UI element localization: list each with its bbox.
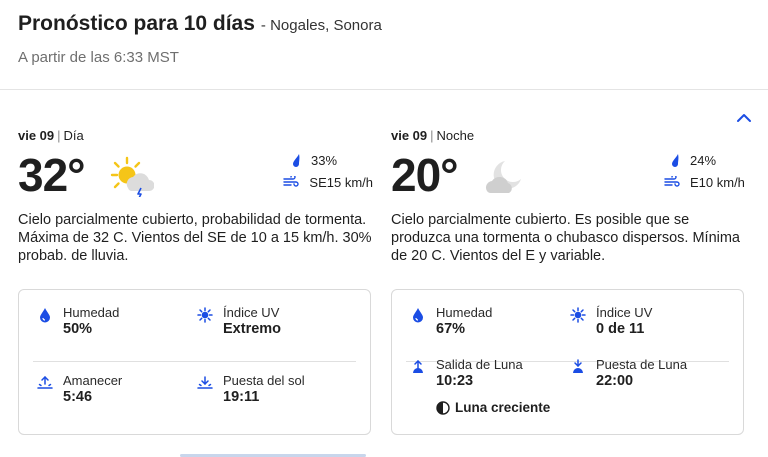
humidity-drop-icon	[40, 308, 50, 323]
card-divider	[33, 361, 356, 362]
night-wind: E10 km/h	[690, 174, 745, 190]
humidity-value: 67%	[436, 321, 466, 337]
night-temperature: 20°	[391, 149, 459, 201]
page-title: Pronóstico para 10 días	[18, 12, 255, 35]
day-date: vie 09	[18, 128, 55, 143]
day-precip-chance: 33%	[311, 152, 338, 168]
day-wind: SE15 km/h	[309, 174, 373, 190]
moonrise-icon	[413, 359, 423, 373]
day-panel: vie 09 | Día 32° 33% SE15 km/h Cielo par…	[18, 128, 373, 435]
raindrop-icon	[293, 154, 300, 167]
night-period: Noche	[436, 128, 475, 143]
moon-phase: Luna creciente	[436, 400, 550, 415]
moon-phase-label: Luna creciente	[455, 400, 551, 415]
night-description: Cielo parcialmente cubierto. Es posible …	[391, 212, 740, 264]
night-details-card: Humedad 67% Índice UV 0 de 11 Salida de …	[391, 289, 744, 435]
uv-label: Índice UV	[223, 305, 280, 320]
night-moonset: Puesta de Luna 22:00	[573, 357, 688, 389]
period-separator: |	[57, 128, 61, 143]
page-header: Pronóstico para 10 días - Nogales, Sonor…	[18, 12, 382, 36]
day-details-card: Humedad 50% Índice UV Extremo Amanecer 5…	[18, 289, 371, 435]
cloudy-moon-icon	[485, 161, 521, 194]
moonset-icon	[573, 359, 583, 373]
wind-icon	[283, 176, 300, 187]
moonrise-label: Salida de Luna	[436, 357, 523, 372]
moonset-label: Puesta de Luna	[596, 357, 688, 372]
location-label[interactable]: - Nogales, Sonora	[261, 17, 382, 34]
sunset-icon	[197, 376, 213, 389]
day-sunset: Puesta del sol 19:11	[197, 373, 305, 405]
night-date: vie 09	[391, 128, 428, 143]
uv-value: Extremo	[223, 321, 282, 337]
sunset-value: 19:11	[223, 389, 260, 405]
uv-sun-icon	[570, 307, 586, 323]
chevron-up-icon[interactable]	[734, 110, 754, 126]
partly-cloudy-sun-storm-icon	[110, 156, 154, 197]
raindrop-icon	[672, 154, 679, 167]
night-panel: vie 09 | Noche 20° 24% E10 km/h Cielo pa…	[391, 128, 746, 435]
humidity-drop-icon	[413, 308, 423, 323]
period-separator: |	[430, 128, 434, 143]
wind-icon	[664, 176, 680, 187]
sunset-label: Puesta del sol	[223, 373, 305, 388]
uv-value: 0 de 11	[596, 321, 645, 337]
humidity-value: 50%	[63, 321, 93, 337]
moonrise-value: 10:23	[436, 373, 474, 389]
humidity-label: Humedad	[63, 305, 120, 320]
sunrise-value: 5:46	[63, 389, 93, 405]
divider	[0, 89, 768, 90]
uv-sun-icon	[197, 307, 213, 323]
humidity-label: Humedad	[436, 305, 493, 320]
day-description: Cielo parcialmente cubierto, probabilida…	[18, 212, 372, 264]
day-humidity: Humedad 50%	[40, 305, 120, 337]
night-uv-index: Índice UV 0 de 11	[570, 305, 653, 337]
sunrise-label: Amanecer	[63, 373, 123, 388]
night-precip-chance: 24%	[690, 152, 717, 168]
updated-time: A partir de las 6:33 MST	[18, 49, 179, 66]
moonset-value: 22:00	[596, 373, 634, 389]
uv-label: Índice UV	[596, 305, 653, 320]
day-period: Día	[63, 128, 84, 143]
night-moonrise: Salida de Luna 10:23	[413, 357, 523, 389]
night-humidity: Humedad 67%	[413, 305, 493, 337]
sunrise-icon	[37, 375, 53, 389]
day-sunrise: Amanecer 5:46	[37, 373, 123, 405]
day-period-label: vie 09 | Día	[18, 128, 373, 143]
moon-phase-icon	[436, 400, 450, 415]
day-temperature: 32°	[18, 149, 86, 201]
night-period-label: vie 09 | Noche	[391, 128, 746, 143]
day-uv-index: Índice UV Extremo	[197, 305, 282, 337]
